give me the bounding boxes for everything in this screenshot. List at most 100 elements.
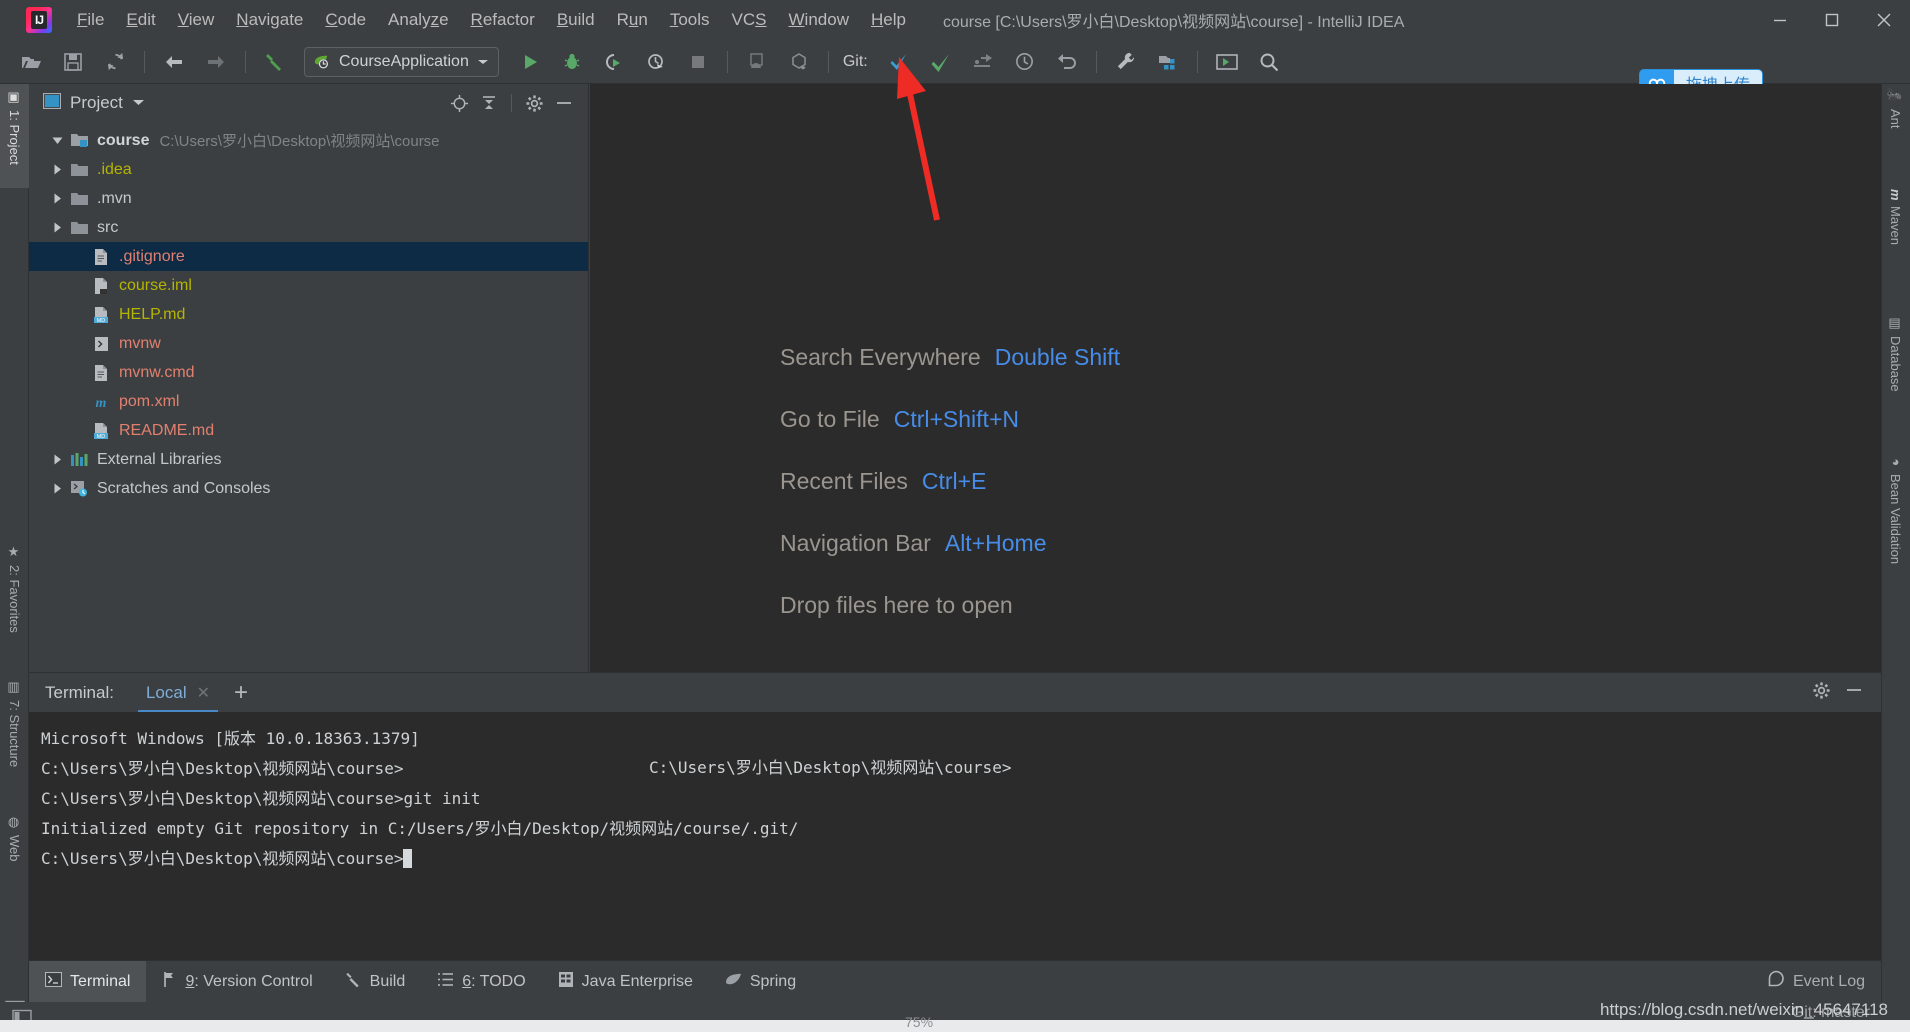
search-everywhere-icon[interactable]	[1252, 45, 1286, 79]
save-icon[interactable]	[56, 45, 90, 79]
tab-version-control-label: 9: Version Control	[185, 972, 313, 990]
run-configuration-label: CourseApplication	[339, 52, 469, 70]
tab-build-label: Build	[369, 972, 406, 990]
chevron-down-icon[interactable]	[132, 94, 145, 112]
collapsed-arrow-icon[interactable]	[47, 450, 67, 470]
sidebar-item-ant[interactable]: 🐜 Ant	[1881, 88, 1910, 172]
back-arrow-icon[interactable]	[157, 45, 191, 79]
rollback-icon[interactable]	[1050, 45, 1084, 79]
run-configuration-selector[interactable]: CourseApplication	[304, 46, 499, 77]
toolbar-separator-5	[1095, 50, 1097, 73]
close-icon[interactable]	[1858, 0, 1910, 40]
menu-item-tools[interactable]: Tools	[659, 7, 721, 33]
menu-item-build[interactable]: Build	[546, 7, 606, 33]
collapsed-arrow-icon[interactable]	[47, 479, 67, 499]
menu-item-help[interactable]: Help	[860, 7, 917, 33]
stop-icon	[681, 45, 715, 79]
run-with-coverage-icon[interactable]	[597, 45, 631, 79]
collapsed-arrow-icon[interactable]	[47, 218, 67, 238]
settings-wrench-icon[interactable]	[1109, 45, 1143, 79]
terminal-tab-local[interactable]: Local ✕	[137, 673, 219, 713]
welcome-action-label: Drop files here to open	[780, 592, 1013, 618]
history-clock-icon[interactable]	[1008, 45, 1042, 79]
sidebar-item-structure[interactable]: ▥ 7: Structure	[0, 674, 29, 804]
tree-row-course[interactable]: course C:\Users\罗小白\Desktop\视频网站\course	[29, 126, 588, 155]
sidebar-item-web[interactable]: ◍ Web	[0, 809, 29, 889]
collapse-all-icon[interactable]	[477, 91, 501, 115]
tree-row-mvn[interactable]: .mvn	[29, 184, 588, 213]
build-hammer-icon	[345, 971, 362, 993]
tree-path-course: C:\Users\罗小白\Desktop\视频网站\course	[159, 133, 440, 150]
tree-row-mvnw-cmd[interactable]: mvnw.cmd	[29, 358, 588, 387]
tab-terminal[interactable]: Terminal	[29, 960, 147, 1003]
push-icon	[966, 45, 1000, 79]
right-tool-strip: 🐜 Ant m Maven ▤ Database ◕ Bean Validati…	[1881, 84, 1910, 1032]
close-icon[interactable]: ✕	[197, 683, 210, 703]
run-anything-icon[interactable]	[1210, 45, 1244, 79]
tree-row-mvnw[interactable]: mvnw	[29, 329, 588, 358]
tab-spring-label: Spring	[749, 972, 797, 990]
menu-item-edit[interactable]: Edit	[115, 7, 166, 33]
collapsed-arrow-icon[interactable]	[47, 189, 67, 209]
tree-row-idea[interactable]: .idea	[29, 155, 588, 184]
hide-minimize-icon[interactable]	[552, 91, 576, 115]
menu-item-refactor[interactable]: Refactor	[460, 7, 546, 33]
menu-item-view[interactable]: View	[167, 7, 226, 33]
forward-arrow-icon[interactable]	[199, 45, 233, 79]
tree-row-external-libraries[interactable]: External Libraries	[29, 445, 588, 474]
menu-item-vcs[interactable]: VCS	[721, 7, 778, 33]
update-project-blue-arrow-icon[interactable]	[882, 45, 916, 79]
menu-item-code[interactable]: Code	[314, 7, 377, 33]
commit-checkmark-icon[interactable]	[924, 45, 958, 79]
plus-icon[interactable]: +	[234, 680, 248, 705]
web-globe-icon: ◍	[7, 815, 22, 830]
gear-icon[interactable]	[522, 91, 546, 115]
sidebar-item-favorites[interactable]: ★ 2: Favorites	[0, 539, 29, 669]
menu-item-analyze[interactable]: Analyze	[377, 7, 460, 33]
menu-item-file[interactable]: File	[66, 7, 115, 33]
tree-row-src[interactable]: src	[29, 213, 588, 242]
debug-icon[interactable]	[555, 45, 589, 79]
expanded-arrow-icon[interactable]	[47, 131, 67, 151]
tab-build[interactable]: Build	[329, 961, 422, 1003]
tree-label-external-libraries: External Libraries	[97, 450, 222, 468]
tree-row-scratches-and-consoles[interactable]: Scratches and Consoles	[29, 474, 588, 503]
minimize-icon[interactable]	[1754, 0, 1806, 40]
hide-minimize-icon[interactable]	[1845, 681, 1863, 704]
editor-welcome-area[interactable]: Search Everywhere Double Shift Go to Fil…	[590, 84, 1881, 672]
locate-target-icon[interactable]	[447, 91, 471, 115]
event-log-button[interactable]: Event Log	[1751, 961, 1881, 1003]
ant-icon: 🐜	[1888, 88, 1903, 104]
tree-row-gitignore[interactable]: .gitignore	[29, 242, 588, 271]
sidebar-item-bean-validation[interactable]: ◕ Bean Validation	[1881, 454, 1910, 619]
run-icon[interactable]	[513, 45, 547, 79]
gear-icon[interactable]	[1812, 681, 1831, 705]
profile-icon[interactable]	[639, 45, 673, 79]
sidebar-item-project[interactable]: ▣ 1: Project	[0, 84, 29, 188]
tree-label-idea: .idea	[97, 160, 132, 178]
terminal-output[interactable]: Microsoft Windows [版本 10.0.18363.1379] C…	[29, 712, 1881, 960]
open-folder-icon[interactable]	[14, 45, 48, 79]
tree-row-pom-xml[interactable]: m pom.xml	[29, 387, 588, 416]
menu-item-navigate[interactable]: Navigate	[225, 7, 314, 33]
maximize-icon[interactable]	[1806, 0, 1858, 40]
sync-icon[interactable]	[98, 45, 132, 79]
tree-label-src: src	[97, 218, 119, 236]
tree-row-help-md[interactable]: MD HELP.md	[29, 300, 588, 329]
left-tool-strip: ▣ 1: Project ★ 2: Favorites ▥ 7: Structu…	[0, 84, 29, 1032]
build-hammer-icon[interactable]	[258, 45, 292, 79]
tab-todo[interactable]: 6: TODO	[421, 961, 541, 1003]
tab-version-control[interactable]: 9: Version Control	[146, 961, 328, 1003]
sidebar-item-database[interactable]: ▤ Database	[1881, 316, 1910, 436]
tree-row-readme-md[interactable]: MD README.md	[29, 416, 588, 445]
tab-spring[interactable]: Spring	[709, 961, 812, 1003]
tab-java-enterprise[interactable]: Java Enterprise	[542, 961, 709, 1003]
menu-bar: File Edit View Navigate Code Analyze Ref…	[66, 7, 917, 33]
window-title: course [C:\Users\罗小白\Desktop\视频网站\course…	[942, 14, 1405, 31]
menu-item-window[interactable]: Window	[778, 7, 860, 33]
menu-item-run[interactable]: Run	[606, 7, 659, 33]
tree-row-course-iml[interactable]: course.iml	[29, 271, 588, 300]
project-structure-icon[interactable]	[1151, 45, 1185, 79]
sidebar-item-maven[interactable]: m Maven	[1881, 189, 1910, 299]
collapsed-arrow-icon[interactable]	[47, 160, 67, 180]
